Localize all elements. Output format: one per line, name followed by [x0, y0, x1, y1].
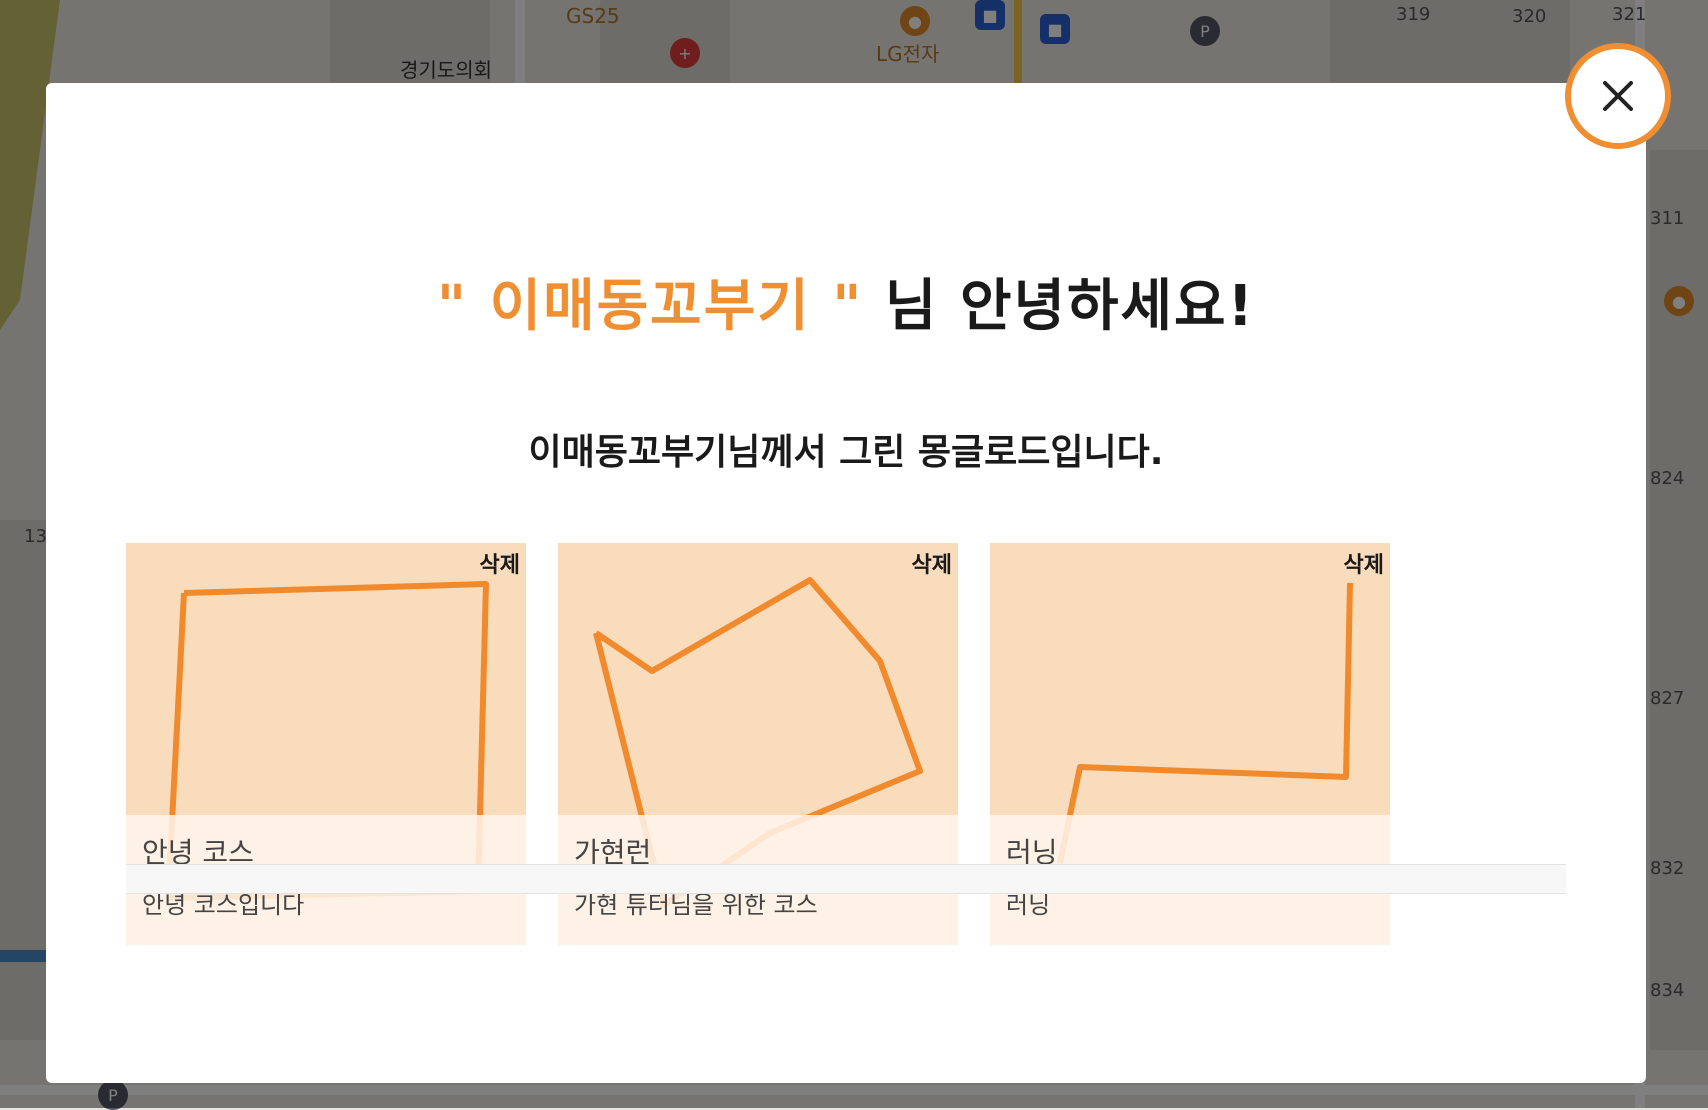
delete-course-button[interactable]: 삭제 — [476, 545, 524, 581]
horizontal-scrollbar[interactable] — [126, 864, 1566, 894]
modal-subtitle: 이매동꼬부기님께서 그린 몽글로드입니다. — [528, 432, 1164, 473]
my-routes-modal: " 이매동꼬부기 " 님 안녕하세요! 이매동꼬부기님께서 그린 몽글로드입니다… — [46, 83, 1646, 1083]
greeting-heading: " 이매동꼬부기 " 님 안녕하세요! — [46, 261, 1646, 342]
greeting-suffix: 님 안녕하세요! — [884, 274, 1256, 339]
delete-course-button[interactable]: 삭제 — [908, 545, 956, 581]
close-button[interactable] — [1565, 43, 1671, 149]
greeting-close-quote: " — [832, 274, 864, 339]
delete-course-button[interactable]: 삭제 — [1340, 545, 1388, 581]
greeting-open-quote: " — [436, 274, 469, 339]
greeting-nickname: 이매동꼬부기 — [489, 274, 811, 339]
close-icon — [1603, 81, 1633, 111]
